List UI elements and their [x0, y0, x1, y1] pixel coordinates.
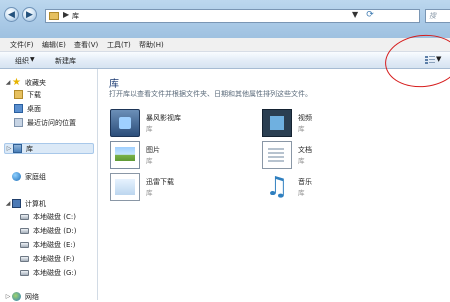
nav-drive-g[interactable]: 本地磁盘 (G:) [20, 267, 76, 278]
library-icon [13, 144, 22, 153]
nav-drive-label: 本地磁盘 (D:) [33, 226, 77, 235]
library-name: 迅雷下载 [146, 178, 174, 186]
organize-button[interactable]: 组织 [15, 56, 29, 66]
library-name: 图片 [146, 146, 160, 154]
picture-library-icon [110, 141, 140, 169]
forward-button[interactable]: ▶ [22, 7, 37, 22]
nav-computer-label: 计算机 [25, 199, 46, 208]
page-description: 打开库以查看文件并根据文件夹、日期和其他属性排列这些文件。 [109, 90, 312, 98]
back-button[interactable]: ◀ [4, 7, 19, 22]
search-placeholder: 搜 [429, 12, 436, 20]
library-type: 库 [146, 189, 153, 197]
forward-arrow-icon: ▶ [26, 9, 33, 20]
navigation-pane[interactable]: ◢ ★ 收藏夹 下载 桌面 最近访问的位置 ▷ 库 家庭组 ◢ 计算机 本地磁盘… [0, 69, 98, 302]
expand-icon[interactable]: ◢ [4, 200, 12, 207]
library-tile-thunder-download[interactable]: 迅雷下载 库 [110, 173, 280, 203]
nav-computer[interactable]: ◢ 计算机 [4, 198, 46, 209]
drive-icon [20, 241, 29, 248]
drive-icon [20, 227, 29, 234]
star-icon: ★ [12, 77, 21, 88]
drive-icon [20, 269, 29, 276]
nav-item-recent[interactable]: 最近访问的位置 [14, 117, 76, 128]
back-arrow-icon: ◀ [8, 9, 15, 20]
library-name: 音乐 [298, 178, 312, 186]
nav-homegroup[interactable]: 家庭组 [4, 171, 46, 182]
library-name: 文档 [298, 146, 312, 154]
nav-drive-d[interactable]: 本地磁盘 (D:) [20, 225, 76, 236]
nav-network[interactable]: ▷ 网络 [4, 291, 39, 302]
refresh-icon[interactable]: ⟳ [364, 10, 376, 22]
expand-icon[interactable]: ▷ [4, 293, 12, 300]
nav-favorites-label: 收藏夹 [25, 78, 46, 87]
music-library-icon: ♫ [265, 172, 289, 202]
nav-item-label: 最近访问的位置 [27, 118, 76, 127]
library-type: 库 [146, 157, 153, 165]
library-type: 库 [146, 125, 153, 133]
film-library-icon [110, 109, 140, 137]
library-tile-music[interactable]: ♫ 音乐 库 [262, 173, 432, 203]
breadcrumb-library[interactable]: 库 [72, 11, 79, 21]
nav-libraries[interactable]: ▷ 库 [4, 143, 94, 154]
menu-tools[interactable]: 工具(T) [107, 40, 131, 50]
libraries-content: 库 打开库以查看文件并根据文件夹、日期和其他属性排列这些文件。 暴风影视库 库 … [98, 69, 450, 300]
menu-file[interactable]: 文件(F) [10, 40, 34, 50]
library-tile-videos[interactable]: 视频 库 [262, 109, 432, 139]
search-input[interactable]: 搜 [425, 9, 450, 23]
nav-item-label: 桌面 [27, 104, 41, 113]
desktop-icon [14, 104, 23, 113]
library-type: 库 [298, 157, 305, 165]
breadcrumb-separator[interactable]: ▶ [63, 10, 69, 19]
library-name: 暴风影视库 [146, 114, 181, 122]
drive-icon [20, 213, 29, 220]
page-title: 库 [109, 79, 119, 90]
homegroup-icon [12, 172, 21, 181]
expand-icon[interactable]: ◢ [4, 79, 12, 86]
download-library-icon [110, 173, 140, 201]
nav-libraries-label: 库 [26, 144, 33, 153]
document-library-icon [262, 141, 292, 169]
library-type: 库 [298, 189, 305, 197]
nav-homegroup-label: 家庭组 [25, 172, 46, 181]
computer-icon [12, 199, 21, 208]
address-dropdown-icon[interactable]: ▼ [352, 10, 358, 19]
library-tile-pictures[interactable]: 图片 库 [110, 141, 280, 171]
library-name: 视频 [298, 114, 312, 122]
library-type: 库 [298, 125, 305, 133]
nav-item-label: 下载 [27, 90, 41, 99]
nav-drive-c[interactable]: 本地磁盘 (C:) [20, 211, 76, 222]
menu-edit[interactable]: 编辑(E) [42, 40, 66, 50]
nav-favorites[interactable]: ◢ ★ 收藏夹 [4, 77, 46, 88]
nav-drive-f[interactable]: 本地磁盘 (F:) [20, 253, 75, 264]
folder-icon [49, 12, 59, 20]
drive-icon [20, 255, 29, 262]
expand-icon[interactable]: ▷ [5, 145, 13, 152]
menu-bar: 文件(F) 编辑(E) 查看(V) 工具(T) 帮助(H) [0, 38, 450, 52]
nav-item-desktop[interactable]: 桌面 [14, 103, 41, 114]
menu-help[interactable]: 帮助(H) [139, 40, 164, 50]
recent-places-icon [14, 118, 23, 127]
nav-item-downloads[interactable]: 下载 [14, 89, 41, 100]
address-bar[interactable]: ▶ 库 ▼ ⟳ [45, 9, 420, 23]
nav-drive-label: 本地磁盘 (C:) [33, 212, 76, 221]
nav-drive-label: 本地磁盘 (E:) [33, 240, 76, 249]
nav-network-label: 网络 [25, 292, 39, 301]
nav-drive-e[interactable]: 本地磁盘 (E:) [20, 239, 75, 250]
library-tile-baofeng[interactable]: 暴风影视库 库 [110, 109, 280, 139]
new-library-button[interactable]: 新建库 [55, 56, 76, 66]
menu-view[interactable]: 查看(V) [74, 40, 98, 50]
command-bar: 组织 ▼ 新建库 ▼ [0, 52, 450, 69]
video-library-icon [262, 109, 292, 137]
chevron-down-icon[interactable]: ▼ [30, 56, 35, 63]
download-folder-icon [14, 90, 23, 99]
nav-drive-label: 本地磁盘 (F:) [33, 254, 75, 263]
library-tile-documents[interactable]: 文档 库 [262, 141, 432, 171]
nav-drive-label: 本地磁盘 (G:) [33, 268, 77, 277]
